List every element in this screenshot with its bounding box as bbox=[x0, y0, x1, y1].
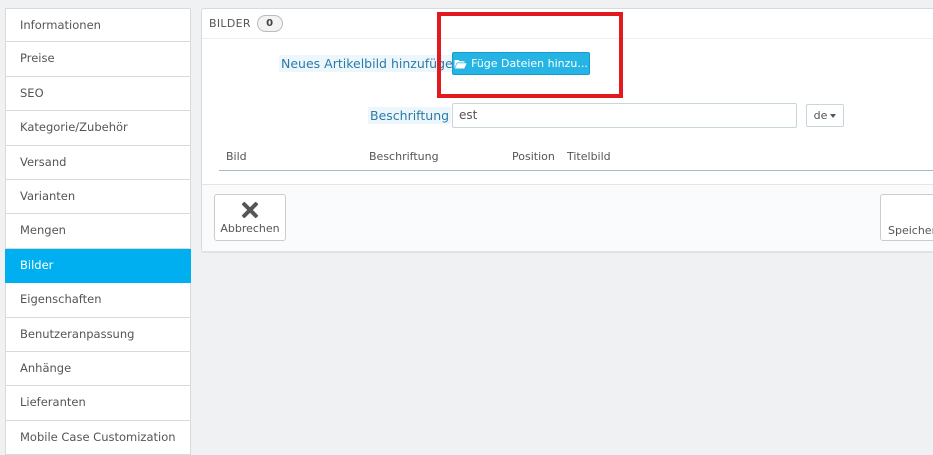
sidebar-item-preise[interactable]: Preise bbox=[5, 42, 191, 77]
col-header-caption: Beschriftung bbox=[369, 150, 439, 163]
caption-label: Beschriftung bbox=[368, 107, 452, 124]
sidebar-item-varianten[interactable]: Varianten bbox=[5, 179, 191, 215]
sidebar-item-kategorie[interactable]: Kategorie/Zubehör bbox=[5, 111, 191, 146]
table-header-divider bbox=[219, 170, 933, 171]
sidebar-item-eigenschaften[interactable]: Eigenschaften bbox=[5, 283, 191, 318]
product-tabs-sidebar: Informationen Preise SEO Kategorie/Zubeh… bbox=[5, 8, 191, 455]
caption-input[interactable]: est bbox=[452, 103, 797, 128]
sidebar-item-benutzeranpassung[interactable]: Benutzeranpassung bbox=[5, 317, 191, 352]
panel-title: BILDER bbox=[209, 17, 251, 30]
language-dropdown[interactable]: de bbox=[806, 104, 844, 127]
save-button-label: Speicher bbox=[888, 224, 933, 237]
sidebar-item-mobile-case[interactable]: Mobile Case Customization bbox=[5, 420, 191, 455]
sidebar-item-mengen[interactable]: Mengen bbox=[5, 214, 191, 249]
close-icon bbox=[241, 201, 259, 219]
caret-down-icon bbox=[830, 113, 837, 118]
col-header-image: Bild bbox=[226, 150, 247, 163]
highlight-annotation-box bbox=[437, 12, 623, 98]
save-button[interactable]: Speicher bbox=[880, 194, 933, 241]
col-header-position: Position bbox=[512, 150, 555, 163]
sidebar-item-bilder[interactable]: Bilder bbox=[5, 248, 191, 284]
panel-footer bbox=[202, 185, 933, 251]
sidebar-item-versand[interactable]: Versand bbox=[5, 145, 191, 180]
language-dropdown-value: de bbox=[813, 109, 828, 122]
cancel-button-label: Abbrechen bbox=[220, 221, 280, 235]
sidebar-item-seo[interactable]: SEO bbox=[5, 76, 191, 112]
cancel-button[interactable]: Abbrechen bbox=[214, 194, 286, 241]
col-header-cover: Titelbild bbox=[567, 150, 611, 163]
sidebar-item-anhaenge[interactable]: Anhänge bbox=[5, 351, 191, 387]
sidebar-item-informationen[interactable]: Informationen bbox=[5, 8, 191, 43]
add-image-label: Neues Artikelbild hinzufügen bbox=[279, 55, 463, 72]
image-count-badge: 0 bbox=[256, 15, 283, 32]
sidebar-item-lieferanten[interactable]: Lieferanten bbox=[5, 386, 191, 421]
